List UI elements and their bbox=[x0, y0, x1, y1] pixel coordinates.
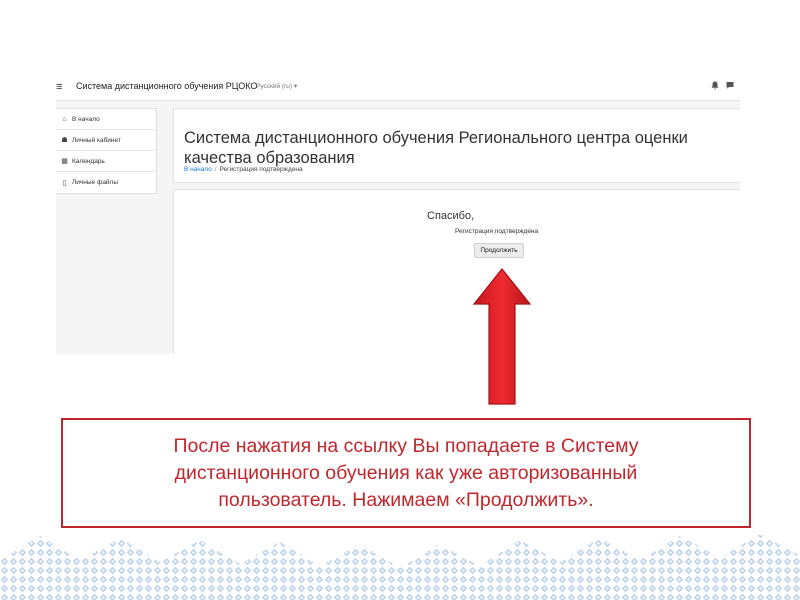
instruction-caption: После нажатия на ссылку Вы попадаете в С… bbox=[163, 433, 648, 514]
sidebar-nav: ⌂ В начало ☗ Личный кабинет ▦ Календарь … bbox=[56, 108, 157, 194]
calendar-icon: ▦ bbox=[61, 158, 68, 165]
hamburger-menu-icon[interactable]: ≡ bbox=[56, 80, 62, 94]
home-icon: ⌂ bbox=[62, 115, 67, 123]
sidebar-item-label: В начало bbox=[72, 115, 100, 123]
sidebar-item-calendar[interactable]: ▦ Календарь bbox=[56, 151, 156, 172]
decorative-ornament-band bbox=[0, 534, 800, 600]
sidebar-item-label: Личные файлы bbox=[72, 179, 119, 186]
file-icon: ▯ bbox=[62, 179, 67, 187]
breadcrumb-separator: / bbox=[214, 166, 217, 173]
sidebar-item-private-files[interactable]: ▯ Личные файлы bbox=[56, 172, 156, 193]
sidebar-item-home[interactable]: ⌂ В начало bbox=[56, 109, 156, 130]
chat-icon[interactable] bbox=[726, 81, 734, 92]
breadcrumb-current: Регистрация подтверждена bbox=[219, 166, 303, 173]
caption-line-3: пользователь. Нажимаем «Продолжить». bbox=[218, 488, 594, 511]
breadcrumb: В начало / Регистрация подтверждена bbox=[184, 166, 303, 173]
page-title: Система дистанционного обучения Регионал… bbox=[184, 129, 688, 168]
language-dropdown[interactable]: Русский (ru) ▾ bbox=[256, 82, 297, 90]
red-arrow-pointer bbox=[472, 268, 532, 405]
bell-icon[interactable] bbox=[711, 81, 719, 92]
top-navbar: ≡ Система дистанционного обучения РЦОКО … bbox=[56, 74, 740, 101]
sidebar-item-label: Личный кабинет bbox=[72, 136, 121, 144]
site-name-link[interactable]: Система дистанционного обучения РЦОКО bbox=[76, 81, 257, 91]
registration-confirmed-text: Регистрация подтверждена bbox=[455, 228, 539, 235]
page-header-card: Система дистанционного обучения Регионал… bbox=[173, 108, 740, 183]
sidebar-item-dashboard[interactable]: ☗ Личный кабинет bbox=[56, 130, 156, 151]
continue-button[interactable]: Продолжить bbox=[474, 243, 524, 258]
browser-screenshot: ≡ Система дистанционного обучения РЦОКО … bbox=[56, 74, 740, 354]
main-content-card: Спасибо, Регистрация подтверждена Продол… bbox=[173, 189, 740, 354]
thanks-message: Спасибо, bbox=[427, 210, 475, 222]
caption-line-2: дистанционного обучения как уже авторизо… bbox=[174, 461, 638, 484]
instruction-caption-box: После нажатия на ссылку Вы попадаете в С… bbox=[61, 418, 751, 528]
page-body: ⌂ В начало ☗ Личный кабинет ▦ Календарь … bbox=[56, 101, 740, 354]
sidebar-item-label: Календарь bbox=[72, 157, 105, 165]
dashboard-icon: ☗ bbox=[61, 137, 68, 144]
caption-line-1: После нажатия на ссылку Вы попадаете в С… bbox=[173, 434, 639, 457]
breadcrumb-home-link[interactable]: В начало bbox=[184, 166, 212, 173]
